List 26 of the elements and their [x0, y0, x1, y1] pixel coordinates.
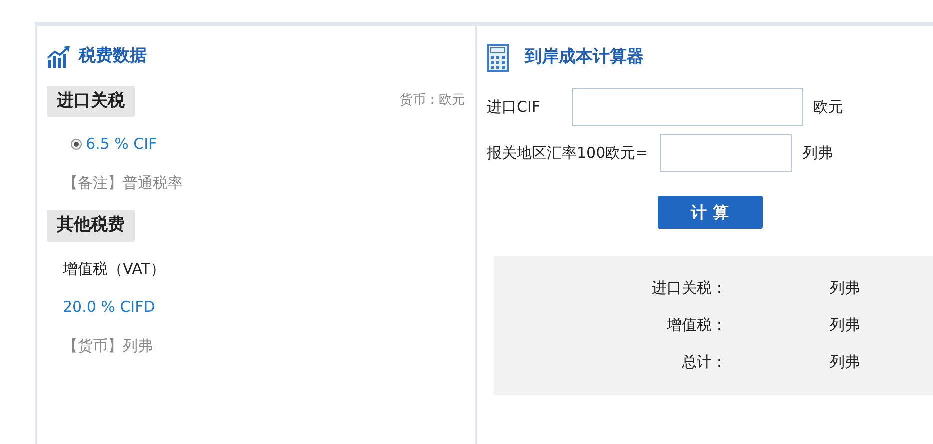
input-field[interactable] — [660, 134, 792, 172]
rate-text: 6.5 % CIF — [86, 134, 158, 155]
calculate-button[interactable]: 计 算 — [658, 196, 762, 229]
result-unit: 列弗 — [830, 352, 860, 374]
radio-button[interactable] — [71, 138, 82, 150]
field-label: 报关地区汇率100欧元= — [487, 142, 648, 164]
note-text: 【货币】列弗 — [63, 336, 153, 356]
unit-label: 欧元 — [814, 96, 844, 118]
panel-title: 税费数据 — [79, 45, 147, 68]
section-heading: 其他税费 — [47, 210, 135, 242]
rate-text: 20.0 % CIFD — [63, 297, 156, 318]
input-field[interactable] — [572, 88, 803, 126]
panel-title: 到岸成本计算器 — [525, 46, 644, 70]
result-label: 总计： — [681, 352, 727, 374]
field-label: 进口CIF — [487, 96, 541, 118]
currency-note: 货币：欧元 — [400, 92, 465, 110]
note-text: 【备注】普通税率 — [63, 172, 183, 194]
result-unit: 列弗 — [830, 315, 860, 336]
result-unit: 列弗 — [830, 278, 860, 300]
unit-label: 列弗 — [803, 142, 834, 164]
section-heading: 进口关税 — [47, 86, 135, 117]
tax-name: 增值税（VAT） — [63, 258, 166, 280]
chart-icon — [47, 46, 71, 68]
result-label: 增值税： — [666, 315, 727, 336]
calculator-icon — [487, 44, 509, 72]
result-label: 进口关税： — [651, 278, 727, 300]
